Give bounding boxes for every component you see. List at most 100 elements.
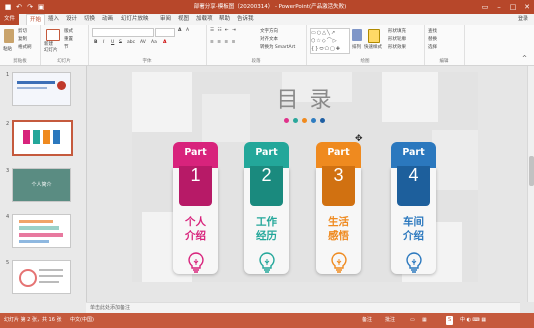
toc-card-3[interactable]: Part 3 生活 感悟	[316, 142, 361, 276]
arrange-icon[interactable]	[352, 29, 362, 41]
paste-icon[interactable]	[4, 29, 14, 43]
tab-design[interactable]: 设计	[66, 14, 77, 25]
tab-tell-me[interactable]: 告诉我	[237, 14, 254, 25]
scroll-thumb[interactable]	[529, 156, 534, 186]
toc-card-1[interactable]: Part 1 个人 介绍	[173, 142, 218, 276]
underline-button[interactable]: U	[111, 40, 114, 45]
font-color-icon[interactable]: A	[163, 40, 166, 45]
align-text-button[interactable]: 对齐文本	[260, 36, 278, 42]
tab-file[interactable]: 文件	[0, 14, 20, 25]
find-button[interactable]: 查找	[428, 28, 437, 34]
char-spacing-button[interactable]: AV	[140, 40, 146, 45]
card-label-line: 经历	[256, 230, 277, 242]
font-size-select[interactable]	[155, 28, 175, 37]
slide-canvas[interactable]: 目 录 Part 1 个人 介绍 Part 2 工作 经历 Part 3 生活 感悟	[132, 72, 478, 282]
tab-help[interactable]: 帮助	[219, 14, 230, 25]
grow-font-icon[interactable]: A	[178, 28, 181, 33]
list-icons[interactable]: ☰ ☷ ⇤ ⇥	[210, 28, 237, 33]
card-label: 工作 经历	[244, 215, 289, 243]
tab-transitions[interactable]: 切换	[84, 14, 95, 25]
ime-indicator-icon[interactable]: S	[446, 316, 454, 325]
lightbulb-icon	[406, 252, 422, 273]
format-painter-button[interactable]: 格式刷	[18, 44, 32, 50]
paste-button[interactable]: 粘贴	[3, 46, 12, 52]
replace-button[interactable]: 替换	[428, 36, 437, 42]
cut-button[interactable]: 剪切	[18, 28, 27, 34]
card-label-line: 介绍	[403, 230, 424, 242]
notes-pane[interactable]: 单击此处添加备注	[86, 302, 520, 313]
smartart-button[interactable]: 转换为 SmartArt	[260, 44, 295, 50]
bg-block	[432, 130, 478, 190]
thumb-card-2	[33, 130, 40, 144]
drawing-label: 绘图	[360, 59, 370, 64]
arrange-button[interactable]: 排列	[352, 44, 361, 50]
notes-button[interactable]: 备注	[362, 313, 372, 328]
bold-button[interactable]: B	[94, 40, 97, 45]
slides-label: 幻灯片	[57, 59, 71, 64]
toc-card-4[interactable]: Part 4 车间 介绍	[391, 142, 436, 276]
layout-button[interactable]: 版式	[64, 28, 73, 34]
toc-card-2[interactable]: Part 2 工作 经历	[244, 142, 289, 276]
card-part-label: Part	[184, 147, 207, 158]
window-title: 部署分享-模板图（20200314） - PowerPoint(产品激活失败)	[193, 4, 347, 10]
normal-view-icon[interactable]: ▭	[410, 313, 415, 328]
quick-styles-button[interactable]: 快速样式	[364, 44, 382, 50]
new-slide-button[interactable]: 新建 幻灯片	[44, 42, 58, 54]
font-label: 字体	[142, 59, 152, 64]
save-icon[interactable]: ■	[4, 3, 12, 11]
slide-thumbnail-2[interactable]	[12, 120, 73, 156]
minimize-button[interactable]: –	[492, 0, 506, 14]
tab-insert[interactable]: 插入	[48, 14, 59, 25]
language-status[interactable]: 中文(中国)	[70, 313, 94, 328]
strikethrough-button[interactable]: S	[119, 40, 122, 45]
redo-icon[interactable]: ↷	[26, 3, 34, 11]
ribbon-options-icon[interactable]: ▭	[478, 0, 492, 14]
slide-thumbnail-5[interactable]	[12, 260, 71, 294]
shrink-font-icon[interactable]: A	[186, 28, 189, 33]
slide-thumbnail-1[interactable]	[12, 72, 71, 106]
undo-icon[interactable]: ↶	[15, 3, 23, 11]
dot	[284, 118, 289, 123]
card-part-label: Part	[255, 147, 278, 158]
shape-outline-button[interactable]: 形状轮廓	[388, 36, 406, 42]
slide-thumbnail-4[interactable]	[12, 214, 71, 248]
font-name-select[interactable]	[92, 28, 154, 37]
tab-slideshow[interactable]: 幻灯片放映	[121, 14, 149, 25]
section-button[interactable]: 节	[64, 44, 69, 50]
dot	[311, 118, 316, 123]
change-case-button[interactable]: Aa	[151, 40, 157, 45]
slide-thumbnail-3[interactable]: 个人简介	[12, 168, 71, 202]
align-icons[interactable]: ≡ ≡ ≡ ≡	[210, 40, 236, 45]
tab-animations[interactable]: 动画	[102, 14, 113, 25]
thumb-bar	[19, 220, 53, 223]
clipboard-label: 剪贴板	[13, 59, 27, 64]
select-button[interactable]: 选择	[428, 44, 437, 50]
card-part-label: Part	[327, 147, 350, 158]
sign-in-link[interactable]: 登录	[518, 14, 528, 25]
shadow-button[interactable]: abc	[127, 40, 135, 45]
text-direction-button[interactable]: 文字方向	[260, 28, 278, 34]
close-button[interactable]: ✕	[520, 0, 534, 14]
present-icon[interactable]: ▣	[37, 3, 45, 11]
thumb-line	[39, 269, 63, 271]
tab-view[interactable]: 视图	[178, 14, 189, 25]
tab-addins[interactable]: 加载项	[196, 14, 213, 25]
maximize-button[interactable]: □	[506, 0, 520, 14]
reset-button[interactable]: 重置	[64, 36, 73, 42]
slide-sorter-icon[interactable]: ▦	[422, 313, 427, 328]
collapse-ribbon-icon[interactable]: ^	[522, 55, 527, 62]
vertical-scrollbar[interactable]	[527, 66, 534, 302]
shape-fill-button[interactable]: 形状填充	[388, 28, 406, 34]
quick-styles-icon[interactable]	[368, 29, 380, 43]
new-slide-icon[interactable]	[46, 29, 60, 41]
shape-effects-button[interactable]: 形状效果	[388, 44, 406, 50]
comments-button[interactable]: 批注	[385, 313, 395, 328]
thumb-card-1	[23, 130, 30, 144]
italic-button[interactable]: I	[103, 40, 104, 45]
tab-review[interactable]: 审阅	[160, 14, 171, 25]
card-label: 生活 感悟	[316, 215, 361, 243]
slide-title[interactable]: 目 录	[132, 82, 478, 114]
copy-button[interactable]: 复制	[18, 36, 27, 42]
shapes-gallery[interactable]: ▭○△╲↗ ⬡☆◇⌒▷ {}⬭⬠▢✚	[310, 28, 350, 54]
editing-label: 编辑	[439, 59, 449, 64]
